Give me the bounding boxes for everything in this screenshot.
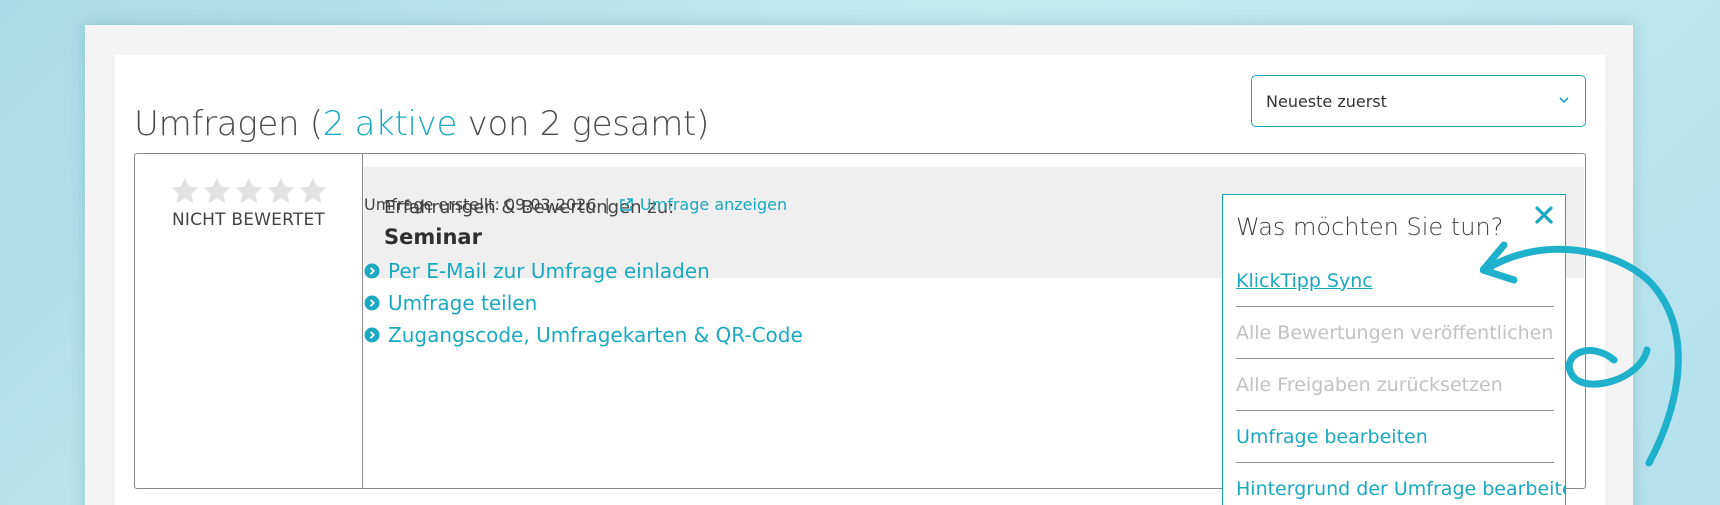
page-title: Umfragen (2 aktive von 2 gesamt) xyxy=(134,104,709,144)
survey-actions: Per E-Mail zur Umfrage einladen Umfrage … xyxy=(364,255,803,351)
star-icon xyxy=(235,177,262,204)
action-label: Umfrage teilen xyxy=(388,291,538,315)
action-label: Zugangscode, Umfragekarten & QR-Code xyxy=(388,323,803,347)
external-link-icon xyxy=(620,197,633,211)
view-survey-label: Umfrage anzeigen xyxy=(639,195,788,214)
star-icon xyxy=(267,177,294,204)
star-icon xyxy=(299,177,326,204)
share-survey-link[interactable]: Umfrage teilen xyxy=(364,287,803,319)
sort-select[interactable]: Neueste zuerst xyxy=(1251,75,1586,127)
meta-separator: | xyxy=(604,195,610,214)
star-rating xyxy=(135,176,362,206)
rating-column: NICHT BEWERTET xyxy=(135,154,363,488)
chevron-circle-icon xyxy=(364,263,380,279)
survey-meta: Umfrage erstellt: 09.03.2026 | Umfrage a… xyxy=(364,195,787,214)
rating-status-label: NICHT BEWERTET xyxy=(171,210,325,230)
star-icon xyxy=(203,177,230,204)
close-icon[interactable] xyxy=(1532,203,1556,227)
sort-selected-value: Neueste zuerst xyxy=(1266,91,1387,111)
survey-title: Seminar xyxy=(384,225,482,249)
popup-title: Was möchten Sie tun? xyxy=(1236,213,1504,241)
access-code-link[interactable]: Zugangscode, Umfragekarten & QR-Code xyxy=(364,319,803,351)
chevron-circle-icon xyxy=(364,295,380,311)
created-date: Umfrage erstellt: 09.03.2026 xyxy=(364,195,597,214)
chevron-circle-icon xyxy=(364,327,380,343)
invite-email-link[interactable]: Per E-Mail zur Umfrage einladen xyxy=(364,255,803,287)
curved-arrow-annotation xyxy=(1480,241,1682,467)
chevron-down-icon xyxy=(1559,97,1569,104)
action-label: Per E-Mail zur Umfrage einladen xyxy=(388,259,710,283)
title-prefix: Umfragen ( xyxy=(134,104,323,144)
star-icon xyxy=(171,177,198,204)
title-suffix: von 2 gesamt) xyxy=(457,104,710,144)
view-survey-link[interactable]: Umfrage anzeigen xyxy=(618,195,787,214)
active-count: 2 aktive xyxy=(322,104,458,144)
